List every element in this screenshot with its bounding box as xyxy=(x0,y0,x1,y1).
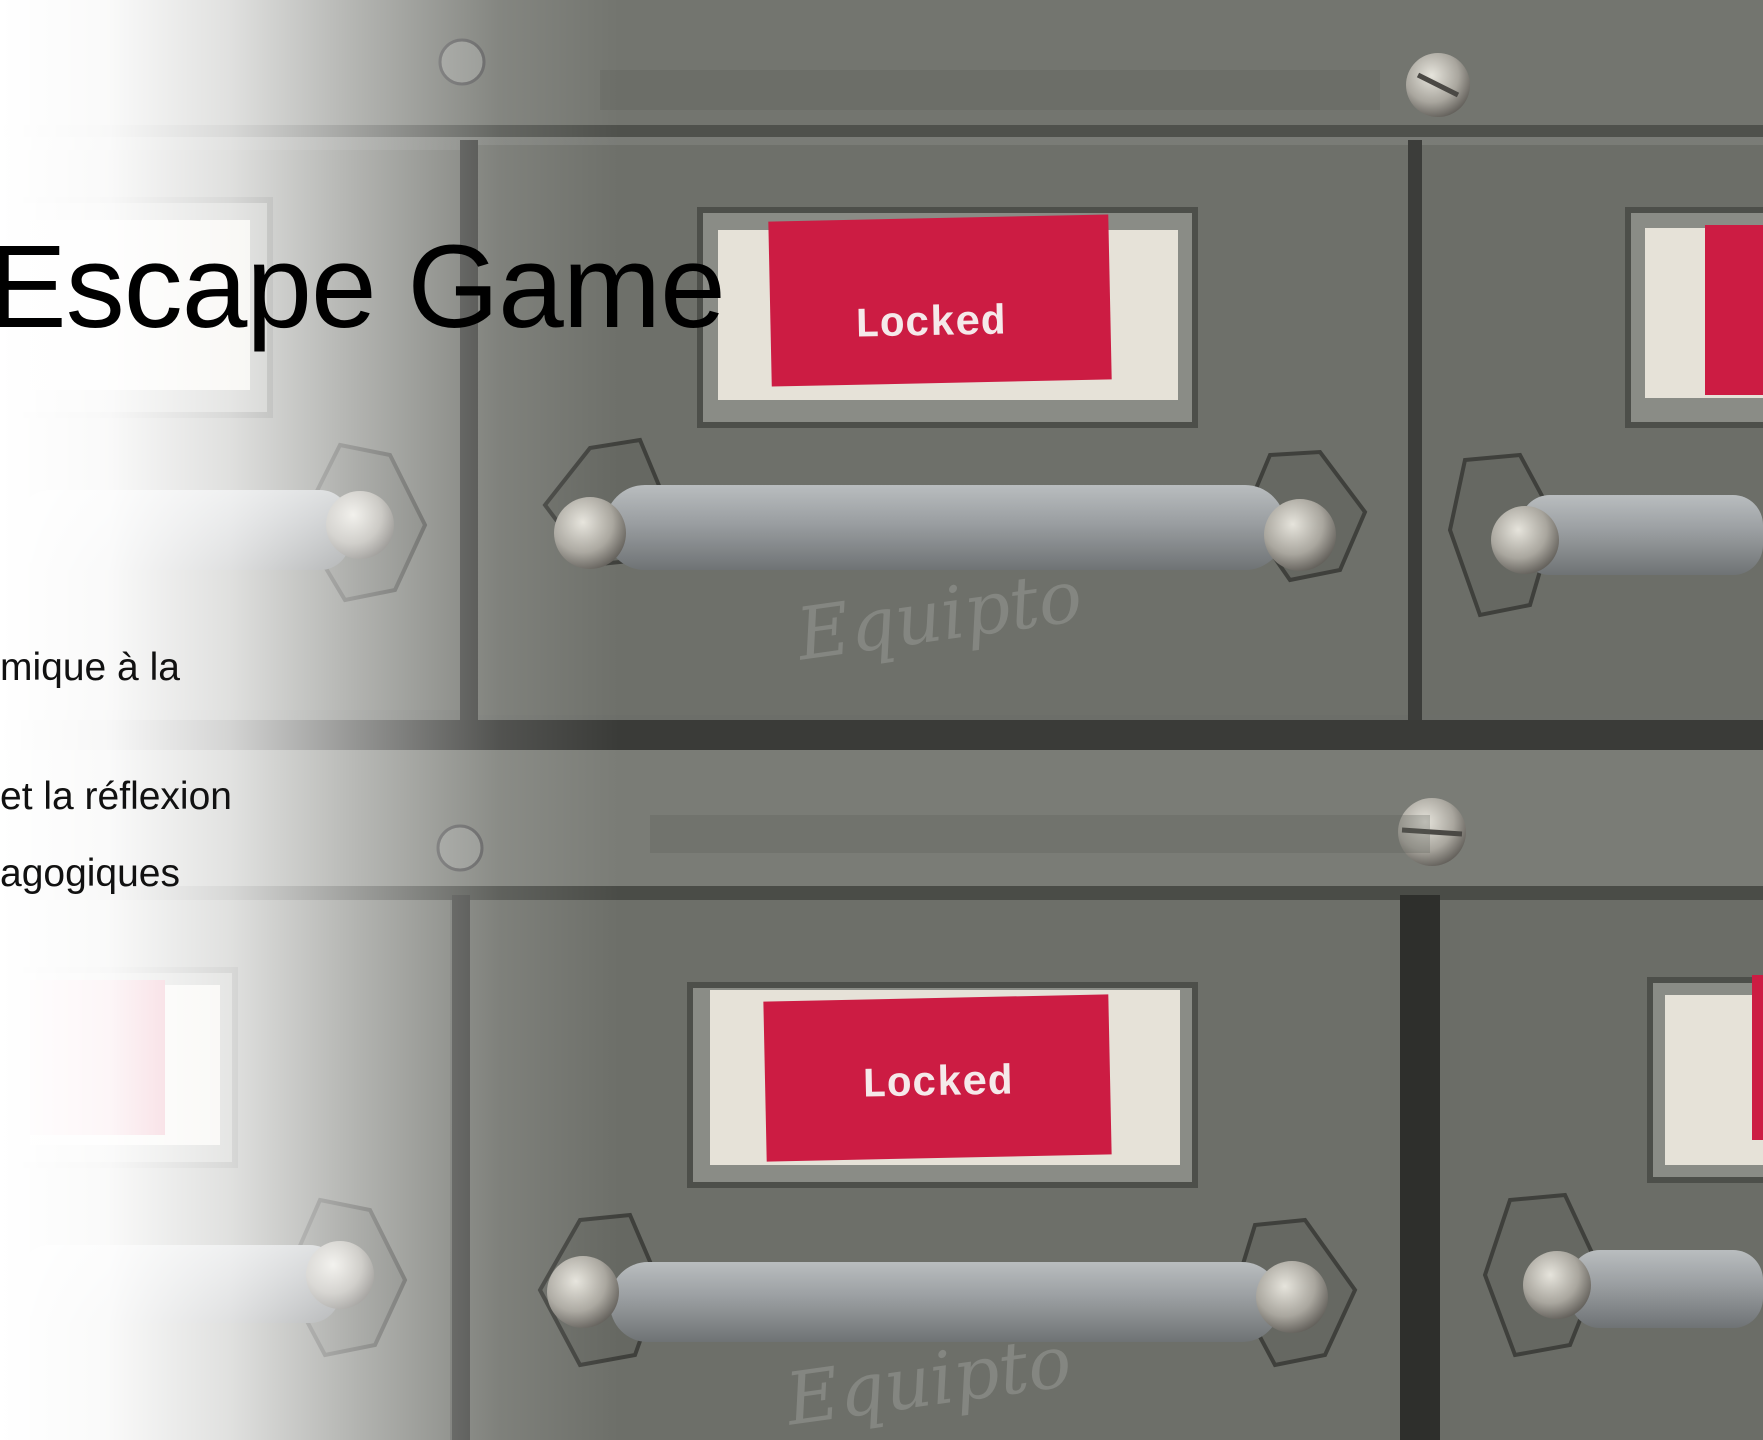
slide: Locked Locked Equipto Equipto Escape Gam… xyxy=(0,0,1763,1440)
slide-title: Escape Game xyxy=(0,221,726,353)
svg-text:Locked: Locked xyxy=(861,1058,1013,1109)
bullet-item: et la réflexion xyxy=(0,775,232,818)
filing-cabinet-photo: Locked Locked Equipto Equipto xyxy=(0,0,1763,1440)
bullet-item: mique à la xyxy=(0,646,180,689)
bullet-item: agogiques xyxy=(0,852,180,895)
svg-text:Locked: Locked xyxy=(854,298,1006,349)
